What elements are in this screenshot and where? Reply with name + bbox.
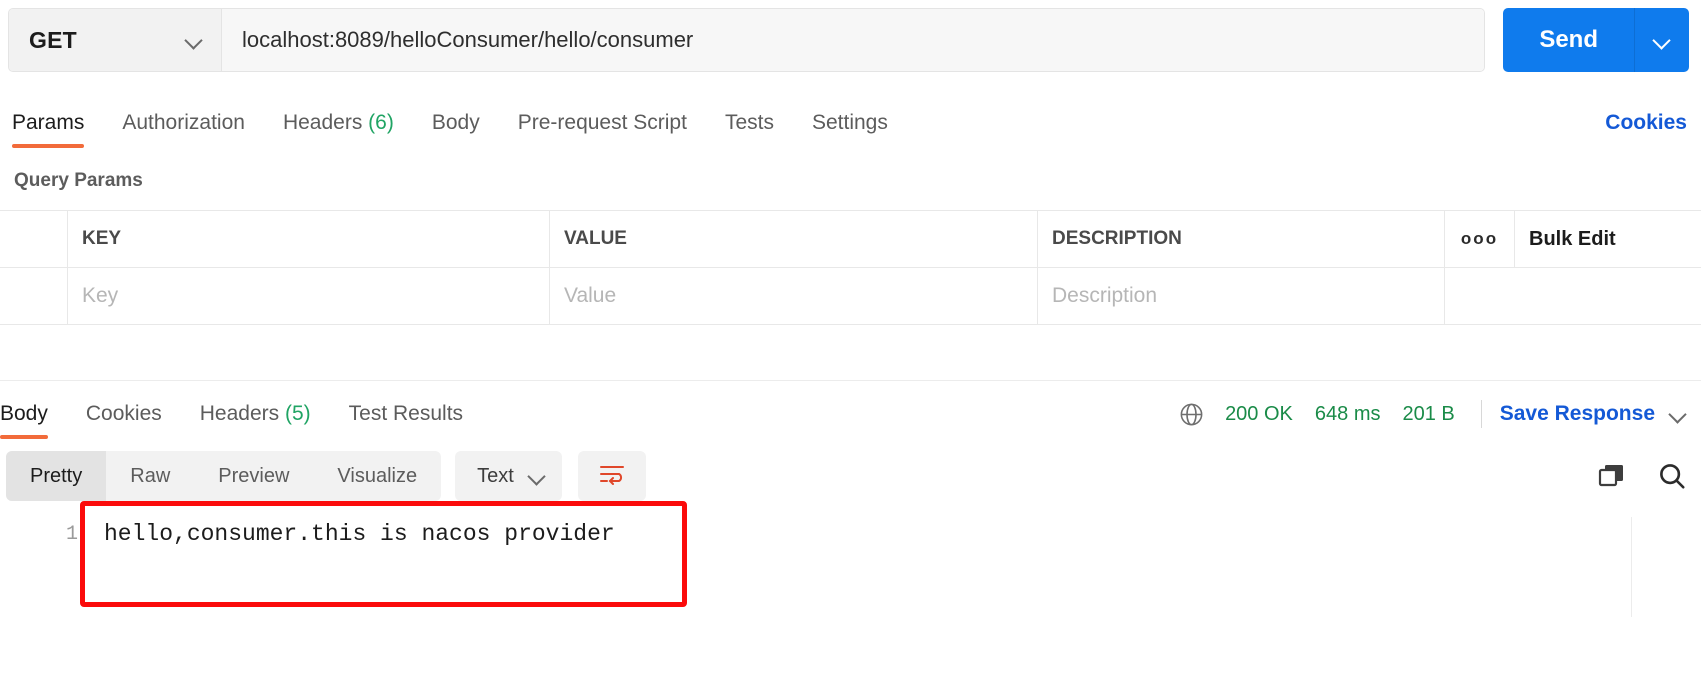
postman-request-response-pane: GET localhost:8089/helloConsumer/hello/c… xyxy=(0,0,1701,681)
response-section-divider xyxy=(0,325,1701,381)
word-wrap-icon xyxy=(599,463,625,490)
line-number: 1 xyxy=(0,523,78,546)
globe-icon xyxy=(1178,401,1205,428)
row-checkbox-cell[interactable] xyxy=(0,268,68,324)
response-body-toolbar: Pretty Raw Preview Visualize Text xyxy=(0,439,1701,501)
response-body-right-gutter xyxy=(1631,517,1689,617)
response-tab-headers[interactable]: Headers (5) xyxy=(200,402,311,439)
response-tab-headers-label: Headers xyxy=(200,402,279,425)
more-options-icon[interactable]: ooo xyxy=(1445,211,1515,267)
tab-tests-label: Tests xyxy=(725,111,774,134)
view-mode-segmented-control: Pretty Raw Preview Visualize xyxy=(6,451,441,501)
query-params-title: Query Params xyxy=(0,148,1701,210)
save-response-button[interactable]: Save Response xyxy=(1500,402,1687,426)
send-button-label: Send xyxy=(1539,26,1598,54)
response-format-select[interactable]: Text xyxy=(455,451,562,501)
tab-headers-label: Headers xyxy=(283,111,362,134)
tab-headers-count: (6) xyxy=(368,111,394,134)
response-body-pane: 1 hello,consumer.this is nacos provider xyxy=(0,501,1701,641)
view-mode-preview[interactable]: Preview xyxy=(194,451,313,501)
tab-headers[interactable]: Headers (6) xyxy=(283,111,394,148)
tab-settings[interactable]: Settings xyxy=(812,111,888,148)
tab-authorization[interactable]: Authorization xyxy=(122,111,245,148)
response-meta: 200 OK 648 ms 201 B Save Response xyxy=(1178,400,1687,439)
param-value-input[interactable]: Value xyxy=(550,268,1038,324)
send-button[interactable]: Send xyxy=(1503,8,1635,72)
response-time: 648 ms xyxy=(1315,403,1381,426)
method-url-group: GET localhost:8089/helloConsumer/hello/c… xyxy=(8,8,1485,72)
response-format-label: Text xyxy=(477,465,514,488)
response-tab-test-results[interactable]: Test Results xyxy=(349,402,463,439)
response-tab-headers-count: (5) xyxy=(285,402,311,425)
chevron-down-icon xyxy=(1653,31,1671,49)
query-params-table: KEY VALUE DESCRIPTION ooo Bulk Edit Key … xyxy=(0,210,1701,325)
bulk-edit-button[interactable]: Bulk Edit xyxy=(1515,211,1701,267)
cookies-link[interactable]: Cookies xyxy=(1605,111,1687,148)
view-mode-raw[interactable]: Raw xyxy=(106,451,194,501)
request-tabs: Params Authorization Headers (6) Body Pr… xyxy=(0,92,1701,148)
save-response-label: Save Response xyxy=(1500,402,1655,426)
url-bar-row: GET localhost:8089/helloConsumer/hello/c… xyxy=(0,0,1701,92)
annotation-highlight-box xyxy=(80,501,687,607)
response-tab-cookies[interactable]: Cookies xyxy=(86,402,162,439)
response-size: 201 B xyxy=(1402,403,1454,426)
tab-authorization-label: Authorization xyxy=(122,111,245,134)
tab-tests[interactable]: Tests xyxy=(725,111,774,148)
param-key-input[interactable]: Key xyxy=(68,268,550,324)
tab-params-label: Params xyxy=(12,111,84,134)
row-spacer xyxy=(1445,268,1515,324)
http-method-label: GET xyxy=(29,27,77,54)
url-input-value: localhost:8089/helloConsumer/hello/consu… xyxy=(242,27,693,53)
tab-body[interactable]: Body xyxy=(432,111,480,148)
copy-icon[interactable] xyxy=(1597,462,1627,490)
row-spacer-2 xyxy=(1515,268,1701,324)
response-tabs: Body Cookies Headers (5) Test Results 20… xyxy=(0,381,1701,439)
word-wrap-button[interactable] xyxy=(578,451,646,501)
tab-pre-request-script-label: Pre-request Script xyxy=(518,111,687,134)
select-all-checkbox-cell[interactable] xyxy=(0,211,68,267)
view-mode-pretty[interactable]: Pretty xyxy=(6,451,106,501)
url-input[interactable]: localhost:8089/helloConsumer/hello/consu… xyxy=(222,9,1484,71)
chevron-down-icon xyxy=(528,467,546,485)
response-tab-body[interactable]: Body xyxy=(0,402,48,439)
meta-divider xyxy=(1481,400,1482,428)
view-mode-visualize[interactable]: Visualize xyxy=(313,451,441,501)
response-body-text[interactable]: hello,consumer.this is nacos provider xyxy=(104,521,615,547)
http-method-select[interactable]: GET xyxy=(9,9,222,71)
search-icon[interactable] xyxy=(1657,461,1687,491)
tab-params[interactable]: Params xyxy=(12,111,84,148)
query-params-header-row: KEY VALUE DESCRIPTION ooo Bulk Edit xyxy=(0,211,1701,268)
response-tab-cookies-label: Cookies xyxy=(86,402,162,425)
response-status: 200 OK xyxy=(1225,403,1293,426)
chevron-down-icon xyxy=(185,31,203,49)
tab-pre-request-script[interactable]: Pre-request Script xyxy=(518,111,687,148)
send-options-button[interactable] xyxy=(1635,8,1689,72)
tab-body-label: Body xyxy=(432,111,480,134)
send-group: Send xyxy=(1503,8,1689,72)
column-header-description: DESCRIPTION xyxy=(1038,211,1445,267)
param-description-input[interactable]: Description xyxy=(1038,268,1445,324)
column-header-key: KEY xyxy=(68,211,550,267)
chevron-down-icon xyxy=(1669,405,1687,423)
response-toolbar-right xyxy=(1567,461,1687,491)
table-row: Key Value Description xyxy=(0,268,1701,325)
response-tab-body-label: Body xyxy=(0,402,48,425)
column-header-value: VALUE xyxy=(550,211,1038,267)
response-tab-test-results-label: Test Results xyxy=(349,402,463,425)
tab-settings-label: Settings xyxy=(812,111,888,134)
